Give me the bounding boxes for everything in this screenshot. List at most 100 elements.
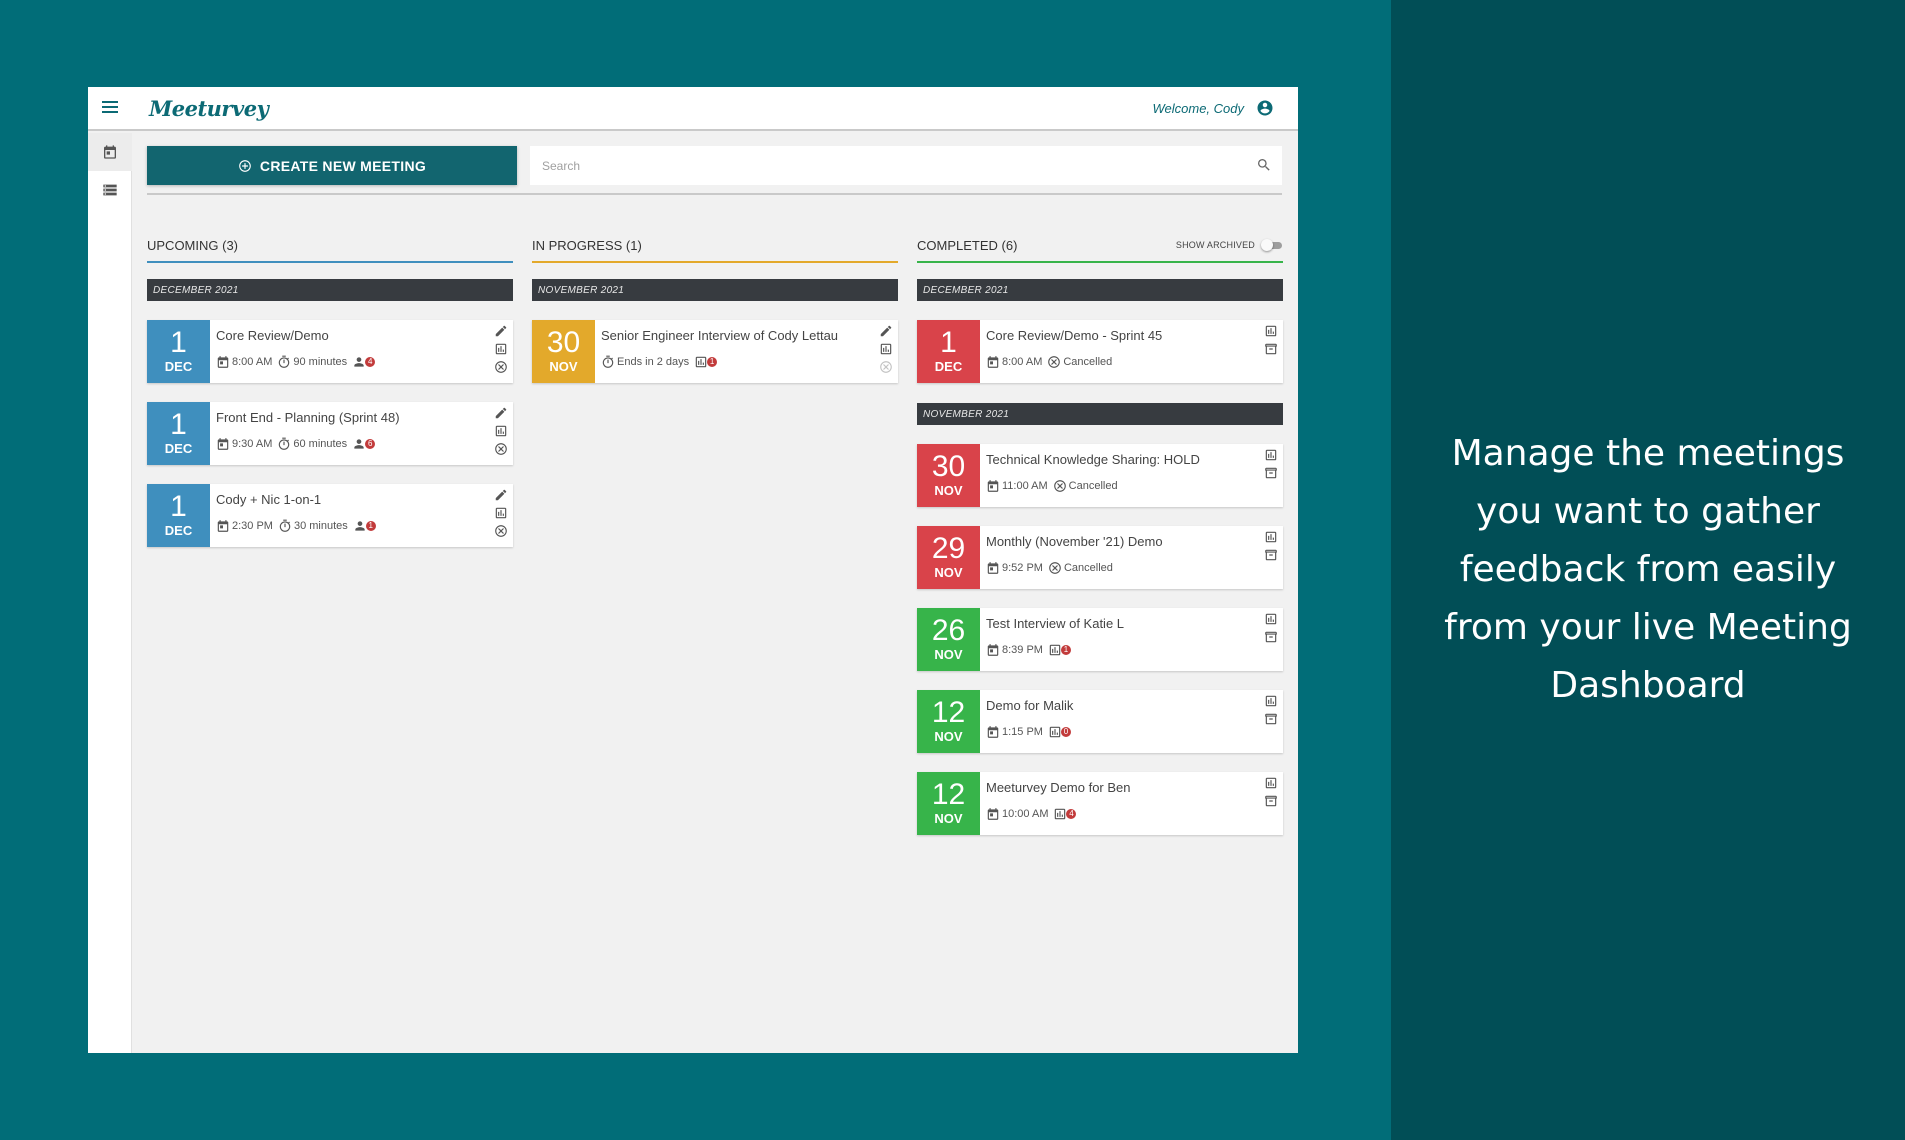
column-underline: [147, 261, 513, 263]
upcoming-title: UPCOMING (3): [147, 238, 238, 253]
chart-icon[interactable]: [494, 506, 508, 520]
participant-count-badge: 6: [365, 439, 376, 449]
card-actions: [494, 406, 508, 456]
card-body: Core Review/Demo - Sprint 45 8:00 AM Can…: [980, 320, 1283, 383]
meeting-card[interactable]: 30 NOV Technical Knowledge Sharing: HOLD…: [917, 444, 1283, 507]
chart-icon[interactable]: [1264, 694, 1278, 708]
date-box: 30 NOV: [532, 320, 595, 383]
timer-icon: [278, 519, 292, 533]
search-icon[interactable]: [1256, 157, 1272, 173]
meeting-status: Cancelled: [1063, 356, 1113, 368]
date-day: 1: [170, 407, 187, 441]
meeting-card[interactable]: 1 DEC Front End - Planning (Sprint 48) 9…: [147, 402, 513, 465]
archive-icon[interactable]: [1264, 712, 1278, 726]
calendar-icon: [986, 561, 1000, 575]
account-icon[interactable]: [1256, 99, 1274, 117]
menu-icon[interactable]: [102, 101, 118, 115]
meeting-time: 8:39 PM: [1002, 644, 1043, 656]
meeting-meta: 9:52 PM Cancelled: [986, 561, 1113, 575]
archive-icon[interactable]: [1264, 794, 1278, 808]
chart-icon[interactable]: [1264, 324, 1278, 338]
nav-surveys[interactable]: [88, 171, 132, 209]
app-window: Meeturvey Welcome, Cody CREATE NEW MEETI…: [88, 87, 1298, 1053]
edit-icon[interactable]: [879, 324, 893, 338]
date-day: 12: [931, 695, 966, 729]
meeting-meta: 10:00 AM 4: [986, 807, 1077, 821]
person-icon: [352, 437, 366, 451]
chart-icon[interactable]: [494, 342, 508, 356]
meeting-title: Senior Engineer Interview of Cody Lettau: [601, 328, 839, 343]
search-input[interactable]: [530, 146, 1282, 185]
edit-icon[interactable]: [494, 488, 508, 502]
date-month: NOV: [549, 358, 578, 374]
nav-meetings[interactable]: [88, 133, 132, 171]
chart-icon[interactable]: [494, 424, 508, 438]
date-day: 12: [931, 777, 966, 811]
completed-column: COMPLETED (6) SHOW ARCHIVED DECEMBER 202…: [917, 235, 1283, 835]
archive-icon[interactable]: [1264, 630, 1278, 644]
chart-icon[interactable]: [1264, 530, 1278, 544]
date-day: 26: [931, 613, 966, 647]
date-day: 1: [940, 325, 957, 359]
archive-icon[interactable]: [1264, 548, 1278, 562]
date-month: DEC: [164, 522, 193, 538]
cancel-icon[interactable]: [494, 360, 508, 374]
archive-icon[interactable]: [1264, 342, 1278, 356]
meeting-meta: 1:15 PM 0: [986, 725, 1071, 739]
timer-icon: [601, 355, 615, 369]
card-actions: [1264, 776, 1278, 808]
in-progress-title: IN PROGRESS (1): [532, 238, 642, 253]
card-body: Cody + Nic 1-on-1 2:30 PM 30 minutes 1: [210, 484, 513, 547]
meeting-card[interactable]: 1 DEC Cody + Nic 1-on-1 2:30 PM 30 minut…: [147, 484, 513, 547]
card-body: Meeturvey Demo for Ben 10:00 AM 4: [980, 772, 1283, 835]
meeting-time: 8:00 AM: [232, 356, 273, 368]
meeting-card[interactable]: 1 DEC Core Review/Demo 8:00 AM 90 minute…: [147, 320, 513, 383]
card-body: Senior Engineer Interview of Cody Lettau…: [595, 320, 898, 383]
edit-icon[interactable]: [494, 324, 508, 338]
calendar-icon: [102, 144, 118, 160]
calendar-icon: [986, 355, 1000, 369]
chart-icon: [1053, 807, 1067, 821]
top-bar: Meeturvey Welcome, Cody: [88, 87, 1298, 131]
calendar-icon: [216, 355, 230, 369]
card-body: Front End - Planning (Sprint 48) 9:30 AM…: [210, 402, 513, 465]
meeting-card[interactable]: 1 DEC Core Review/Demo - Sprint 45 8:00 …: [917, 320, 1283, 383]
date-month: NOV: [934, 728, 963, 744]
chart-icon[interactable]: [879, 342, 893, 356]
column-header: COMPLETED (6) SHOW ARCHIVED: [917, 235, 1283, 263]
meeting-duration: 90 minutes: [293, 356, 348, 368]
meeting-ends: Ends in 2 days: [617, 356, 690, 368]
column-header: IN PROGRESS (1): [532, 235, 898, 263]
show-archived-toggle[interactable]: [1261, 239, 1283, 251]
card-actions: [879, 324, 893, 374]
upcoming-column: UPCOMING (3) DECEMBER 2021 1 DEC Core Re…: [147, 235, 513, 547]
archive-icon[interactable]: [1264, 466, 1278, 480]
meeting-card[interactable]: 29 NOV Monthly (November '21) Demo 9:52 …: [917, 526, 1283, 589]
cancel-icon: [1053, 479, 1067, 493]
meeting-card[interactable]: 12 NOV Meeturvey Demo for Ben 10:00 AM 4: [917, 772, 1283, 835]
meeting-card[interactable]: 12 NOV Demo for Malik 1:15 PM 0: [917, 690, 1283, 753]
cancel-icon[interactable]: [494, 442, 508, 456]
meeting-title: Technical Knowledge Sharing: HOLD: [986, 452, 1200, 467]
date-month: NOV: [934, 482, 963, 498]
show-archived-control: SHOW ARCHIVED: [1176, 239, 1283, 251]
date-box: 1 DEC: [917, 320, 980, 383]
meeting-card[interactable]: 30 NOV Senior Engineer Interview of Cody…: [532, 320, 898, 383]
meeting-meta: 9:30 AM 60 minutes 6: [216, 437, 376, 451]
chart-icon[interactable]: [1264, 448, 1278, 462]
chart-icon[interactable]: [1264, 776, 1278, 790]
date-box: 12 NOV: [917, 690, 980, 753]
chart-icon[interactable]: [1264, 612, 1278, 626]
date-day: 30: [546, 325, 581, 359]
column-underline: [917, 261, 1283, 263]
tagline: Manage the meetings you want to gather f…: [1444, 433, 1852, 706]
month-header: DECEMBER 2021: [147, 279, 513, 301]
edit-icon[interactable]: [494, 406, 508, 420]
create-meeting-button[interactable]: CREATE NEW MEETING: [147, 146, 517, 185]
calendar-icon: [986, 643, 1000, 657]
meeting-time: 11:00 AM: [1002, 480, 1048, 492]
meeting-title: Meeturvey Demo for Ben: [986, 780, 1131, 795]
person-icon: [353, 519, 367, 533]
meeting-card[interactable]: 26 NOV Test Interview of Katie L 8:39 PM…: [917, 608, 1283, 671]
cancel-icon[interactable]: [494, 524, 508, 538]
